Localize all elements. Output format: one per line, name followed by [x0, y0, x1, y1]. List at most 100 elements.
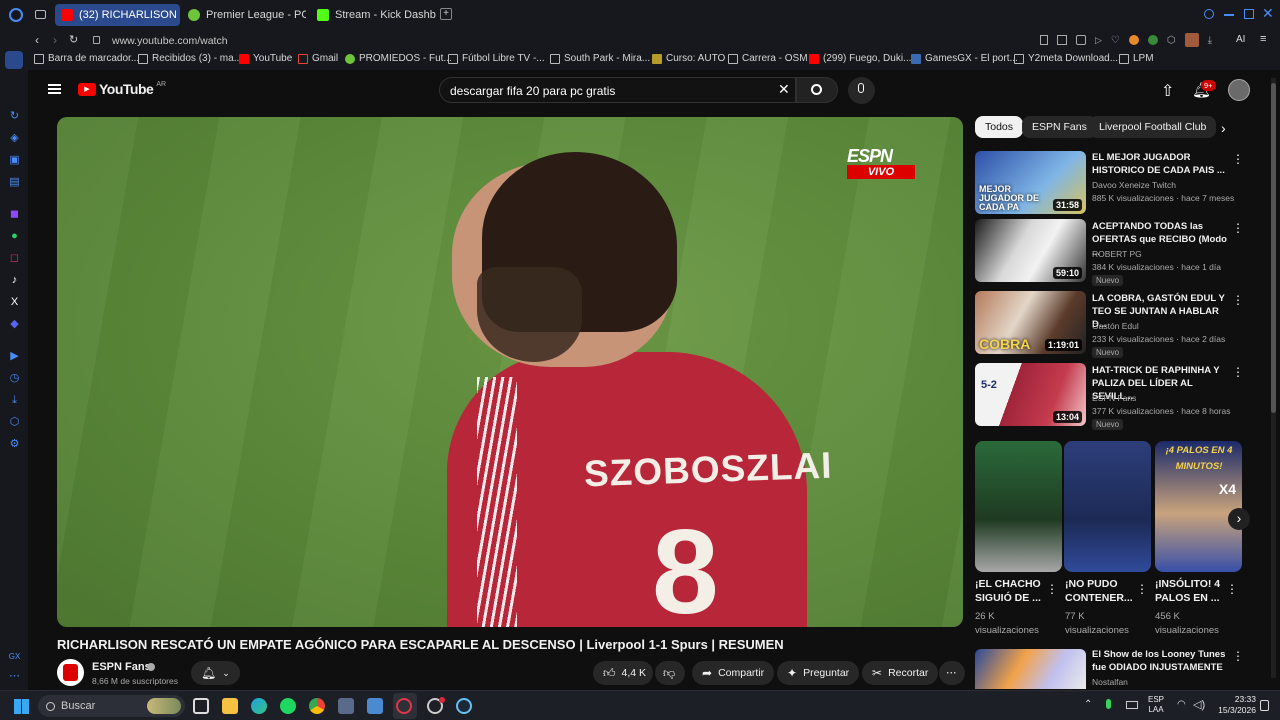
chip-liverpool[interactable]: Liverpool Football Club [1089, 116, 1217, 138]
x-icon[interactable]: X [8, 296, 21, 309]
tiktok-icon[interactable]: ♪ [8, 274, 21, 287]
bookmark-item[interactable]: Fútbol Libre TV -... [448, 53, 545, 64]
aria-icon[interactable]: ◈ [8, 132, 21, 145]
history-icon[interactable]: ◷ [8, 372, 21, 385]
download-icon[interactable]: ⤓ [1208, 35, 1212, 48]
chip-todos[interactable]: Todos [975, 116, 1024, 138]
rec-menu-icon[interactable]: ⋮ [1232, 221, 1244, 235]
rec-channel[interactable]: ROBERT PG [1092, 249, 1142, 259]
minimize-button[interactable] [1224, 14, 1234, 16]
shorts-next-button[interactable]: › [1228, 508, 1250, 530]
rec-thumbnail[interactable]: 5-2 13:04 [975, 363, 1086, 426]
rec-channel[interactable]: Davoo Xeneize Twitch [1092, 180, 1176, 190]
discord-icon[interactable]: ◆ [8, 318, 21, 331]
spotify-icon[interactable] [280, 698, 296, 714]
bookmark-item[interactable]: Gmail [298, 53, 338, 64]
windows-start-icon[interactable] [14, 699, 29, 714]
twitch-icon[interactable]: ◼ [8, 208, 21, 221]
share-button[interactable]: ➦ Compartir [692, 661, 775, 685]
menu-icon[interactable]: ≡ [1260, 33, 1266, 45]
vpn-icon[interactable] [1128, 35, 1139, 45]
heart-icon[interactable]: ♡ [1111, 35, 1120, 48]
extension-icon[interactable] [1147, 35, 1158, 45]
file-explorer-icon[interactable] [222, 698, 238, 714]
instagram-icon[interactable]: ◻ [8, 252, 21, 265]
rec-channel[interactable]: ESPN Fans [1092, 393, 1136, 403]
rec-channel[interactable]: Gastón Edul [1092, 321, 1139, 331]
bookmark-item[interactable]: Barra de marcador... [34, 53, 139, 64]
bookmark-item[interactable]: (299) Fuego, Duki... [809, 53, 911, 64]
language-indicator[interactable]: ESP LAA [1148, 695, 1164, 715]
bookmark-item[interactable]: Carrera - OSM [728, 53, 808, 64]
bookmark-item[interactable]: LPM [1119, 53, 1154, 64]
youtube-menu-icon[interactable] [48, 84, 61, 94]
gx-icon[interactable]: GX [8, 650, 21, 663]
tray-chevron-icon[interactable]: ⌃ [1084, 699, 1092, 710]
chip-espn-fans[interactable]: ESPN Fans [1022, 116, 1097, 138]
rec-menu-icon[interactable]: ⋮ [1232, 152, 1244, 166]
search-button[interactable] [796, 77, 838, 103]
tab-premier-league[interactable]: Premier League - POSICIO [182, 4, 306, 26]
settings-icon[interactable]: ⚙ [8, 438, 21, 451]
rec-thumbnail[interactable]: COBRA 1:19:01 [975, 291, 1086, 354]
short-thumbnail[interactable]: ¡4 PALOS EN 4 MINUTOS! X4 [1155, 441, 1242, 572]
rec-title[interactable]: El Show de los Looney Tunes fue ODIADO I… [1092, 648, 1232, 674]
short-title[interactable]: ¡INSÓLITO! 4 PALOS EN ... [1155, 577, 1235, 605]
tab-overview-icon[interactable] [35, 10, 46, 19]
extensions-icon[interactable]: ⬡ [8, 416, 21, 429]
url-field[interactable]: www.youtube.com/watch [112, 35, 228, 47]
bookmark-icon[interactable] [1040, 35, 1048, 45]
rec-channel[interactable]: Nostalfan [1092, 677, 1128, 687]
rec-thumbnail[interactable]: 59:10 [975, 219, 1086, 282]
voice-search-button[interactable] [848, 77, 875, 104]
avatar[interactable] [1228, 79, 1250, 101]
bookmark-item[interactable]: South Park - Mira... [550, 53, 650, 64]
rec-menu-icon[interactable]: ⋮ [1232, 365, 1244, 379]
bookmark-item[interactable]: YouTube [239, 53, 292, 64]
short-menu-icon[interactable]: ⋮ [1226, 582, 1238, 596]
clock[interactable]: 23:33 15/3/2026 [1210, 694, 1256, 716]
profile-icon[interactable] [1184, 33, 1199, 47]
short-thumbnail[interactable] [1064, 441, 1151, 572]
back-icon[interactable]: ‹ [35, 33, 39, 47]
downloads-icon[interactable]: ⤓ [8, 394, 21, 407]
upload-icon[interactable]: ⇧ [1161, 81, 1174, 101]
new-tab-button[interactable]: + [440, 8, 452, 20]
dislike-button[interactable]: 👎︎ [655, 661, 685, 685]
short-menu-icon[interactable]: ⋮ [1136, 582, 1148, 596]
play-icon[interactable]: ▷ [1095, 35, 1102, 48]
bookmark-item[interactable]: GamesGX - El port... [911, 53, 1018, 64]
puzzle-icon[interactable]: ⬡ [1167, 35, 1176, 48]
rec-title[interactable]: EL MEJOR JUGADOR HISTORICO DE CADA PAIS … [1092, 151, 1232, 177]
bookmark-item[interactable]: PROMIEDOS - Fut... [345, 53, 452, 64]
adblock-icon[interactable] [1076, 35, 1086, 45]
close-window-button[interactable]: ✕ [1262, 5, 1274, 22]
channel-avatar[interactable] [57, 659, 84, 686]
subscribe-bell-button[interactable]: 🔔︎ ⌄ [191, 661, 240, 685]
wifi-icon[interactable]: ◠ [1177, 699, 1186, 710]
search-input[interactable]: descargar fifa 20 para pc gratis [439, 77, 796, 103]
channel-name[interactable]: ESPN Fans [92, 661, 151, 673]
notification-center-icon[interactable] [1260, 700, 1269, 711]
chevron-right-icon[interactable]: › [1221, 120, 1226, 136]
microphone-icon[interactable] [1106, 699, 1111, 709]
more-icon[interactable]: ⋯ [8, 670, 21, 683]
short-menu-icon[interactable]: ⋮ [1046, 582, 1058, 596]
page-scrollbar[interactable] [1271, 78, 1276, 678]
search-tabs-icon[interactable] [1204, 9, 1214, 19]
task-view-icon[interactable] [193, 698, 209, 714]
chrome-icon[interactable] [309, 698, 325, 714]
clip-button[interactable]: ✂ Recortar [862, 661, 939, 685]
rec-menu-icon[interactable]: ⋮ [1232, 293, 1244, 307]
maximize-button[interactable] [1244, 9, 1254, 19]
bookmark-item[interactable]: Recibidos (3) - ma... [138, 53, 242, 64]
opera-menu-icon[interactable] [9, 8, 23, 22]
youtube-logo[interactable]: ▶ YouTube AR [78, 81, 166, 97]
taskbar-search[interactable]: Buscar [38, 695, 185, 717]
player-icon[interactable]: ▶ [8, 350, 21, 363]
edge-icon[interactable] [251, 698, 267, 714]
like-button[interactable]: 👍︎ 4,4 K [593, 661, 653, 685]
rec-thumbnail[interactable]: MEJOR JUGADOR DE CADA PA 31:58 [975, 151, 1086, 214]
app-icon[interactable] [367, 698, 383, 714]
steam-icon[interactable] [456, 698, 472, 714]
